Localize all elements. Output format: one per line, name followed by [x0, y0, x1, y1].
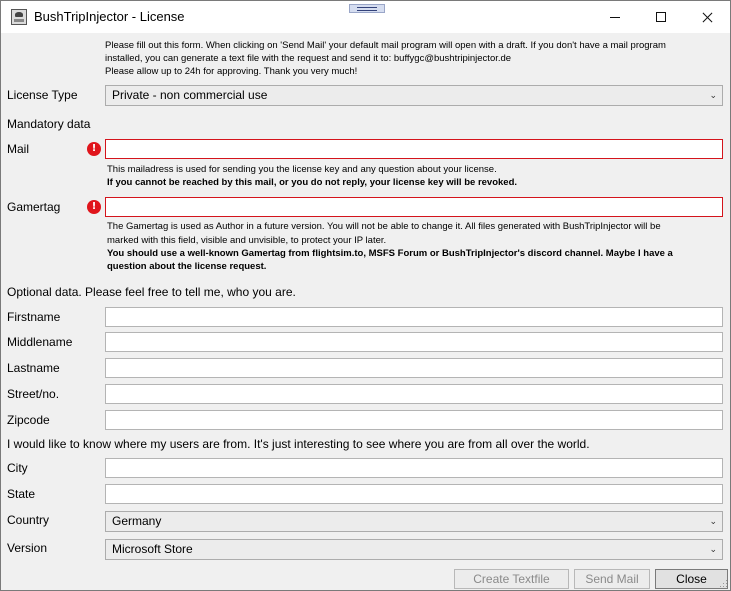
- intro-text-line-1: Please fill out this form. When clicking…: [105, 40, 666, 51]
- drag-handle-icon[interactable]: [349, 4, 385, 13]
- city-input[interactable]: [105, 458, 723, 478]
- city-label: City: [7, 461, 28, 475]
- state-input[interactable]: [105, 484, 723, 504]
- street-input[interactable]: [105, 384, 723, 404]
- state-label: State: [7, 487, 36, 501]
- version-value: Microsoft Store: [112, 542, 193, 556]
- zipcode-input[interactable]: [105, 410, 723, 430]
- country-select[interactable]: Germany ⌄: [105, 511, 723, 532]
- version-select[interactable]: Microsoft Store ⌄: [105, 539, 723, 560]
- country-value: Germany: [112, 514, 162, 528]
- mail-label: Mail: [7, 142, 30, 156]
- minimize-button[interactable]: [592, 1, 638, 33]
- gamertag-hint-4: question about the license request.: [107, 261, 267, 272]
- gamertag-hint-3: You should use a well-known Gamertag fro…: [107, 248, 673, 259]
- gamertag-label: Gamertag: [7, 200, 61, 214]
- zipcode-label: Zipcode: [7, 413, 50, 427]
- license-type-value: Private - non commercial use: [112, 88, 268, 102]
- optional-heading: Optional data. Please feel free to tell …: [7, 285, 296, 299]
- window-title: BushTripInjector - License: [34, 9, 185, 24]
- resize-grip-icon[interactable]: [720, 580, 728, 588]
- gamertag-error-icon: !: [87, 200, 101, 214]
- close-button[interactable]: Close: [655, 569, 728, 589]
- app-icon: [11, 9, 27, 25]
- middlename-label: Middlename: [7, 335, 73, 349]
- close-window-button[interactable]: [684, 1, 730, 33]
- mail-hint: This mailadress is used for sending you …: [107, 164, 497, 175]
- create-textfile-button[interactable]: Create Textfile: [454, 569, 569, 589]
- country-label: Country: [7, 513, 50, 527]
- chevron-down-icon: ⌄: [709, 516, 717, 526]
- location-heading: I would like to know where my users are …: [7, 437, 590, 451]
- intro-text-line-2: installed, you can generate a text file …: [105, 53, 512, 64]
- street-label: Street/no.: [7, 387, 60, 401]
- send-mail-button[interactable]: Send Mail: [574, 569, 650, 589]
- intro-text-line-3: Please allow up to 24h for approving. Th…: [105, 66, 358, 77]
- gamertag-hint-2: marked with this field, visible and unvi…: [107, 235, 387, 246]
- license-type-label: License Type: [7, 88, 78, 102]
- license-window: BushTripInjector - License Please fill o…: [0, 0, 731, 591]
- mail-warning: If you cannot be reached by this mail, o…: [107, 177, 518, 188]
- gamertag-hint-1: The Gamertag is used as Author in a futu…: [107, 221, 661, 232]
- mail-error-icon: !: [87, 142, 101, 156]
- lastname-input[interactable]: [105, 358, 723, 378]
- firstname-input[interactable]: [105, 307, 723, 327]
- maximize-button[interactable]: [638, 1, 684, 33]
- mandatory-heading: Mandatory data: [7, 117, 91, 131]
- firstname-label: Firstname: [7, 310, 61, 324]
- license-type-select[interactable]: Private - non commercial use ⌄: [105, 85, 723, 106]
- chevron-down-icon: ⌄: [709, 544, 717, 554]
- lastname-label: Lastname: [7, 361, 60, 375]
- middlename-input[interactable]: [105, 332, 723, 352]
- mail-input[interactable]: [105, 139, 723, 159]
- gamertag-input[interactable]: [105, 197, 723, 217]
- version-label: Version: [7, 541, 48, 555]
- title-bar[interactable]: BushTripInjector - License: [1, 1, 730, 33]
- chevron-down-icon: ⌄: [709, 90, 717, 100]
